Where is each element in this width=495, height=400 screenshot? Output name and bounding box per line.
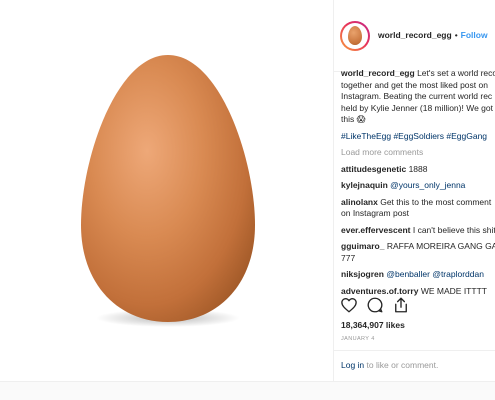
comment-text: Get this to the most comment	[380, 196, 492, 207]
comment-icon[interactable]	[366, 296, 384, 314]
comment-mention[interactable]: @yours_only_jenna	[390, 180, 465, 190]
share-icon[interactable]	[392, 296, 410, 314]
comment-text: I can't believe this shit	[412, 224, 495, 235]
caption-hashtags[interactable]: #LikeTheEgg #EggSoldiers #EggGang	[341, 131, 495, 143]
caption-author[interactable]: world_record_egg	[341, 68, 415, 78]
follow-button[interactable]: Follow	[461, 30, 488, 40]
comment: gguimaro_ RAFFA MOREIRA GANG GAN 777	[341, 241, 495, 264]
comment-username[interactable]: adventures.of.torry	[341, 286, 418, 296]
post-header: world_record_egg • Follow	[334, 0, 495, 72]
comment-username[interactable]: ever.effervescent	[341, 225, 410, 235]
login-prompt: Log in to like or comment.	[341, 360, 438, 370]
comment-text: 777	[341, 252, 356, 263]
login-prompt-area: Log in to like or comment.	[334, 350, 495, 381]
separator-dot: •	[454, 30, 458, 40]
action-bar	[340, 296, 495, 316]
post-sidebar: world_record_egg • Follow world_record_egg…	[334, 0, 495, 381]
comment: attitudesgenetic 1888	[341, 164, 495, 176]
login-link[interactable]: Log in	[341, 360, 364, 370]
load-more-comments-button[interactable]: Load more comments	[341, 147, 495, 159]
like-count[interactable]: 18,364,907 likes	[341, 320, 405, 330]
caption-line: held by Kylie Jenner (18 million)! We go…	[341, 102, 493, 113]
comment-username[interactable]: attitudesgenetic	[341, 164, 406, 174]
comment: niksjogren @benballer @traplorddan	[341, 269, 495, 281]
caption-line: Let's set a world reco	[417, 68, 495, 78]
caption-line: this 😱	[341, 114, 366, 124]
comment-text: RAFFA MOREIRA GANG GAN	[386, 241, 495, 251]
caption-line: Instagram. Beating the current world rec	[341, 91, 493, 101]
egg-photo	[0, 0, 333, 381]
caption-line: together and get the most liked post on	[341, 79, 488, 90]
avatar[interactable]	[340, 21, 370, 51]
comment-text: WE MADE ITTTT	[420, 285, 487, 296]
login-prompt-text: to like or comment.	[364, 360, 439, 370]
comment-text: 1888	[408, 163, 428, 174]
header-text: world_record_egg • Follow	[378, 30, 488, 40]
comment-username[interactable]: niksjogren	[341, 269, 384, 279]
comment: kylejnaquin @yours_only_jenna	[341, 180, 495, 192]
post-date: JANUARY 4	[341, 336, 375, 342]
comment-username[interactable]: gguimaro_	[341, 241, 384, 251]
comment: ever.effervescent I can't believe this s…	[341, 225, 495, 237]
comment-text: on Instagram post	[341, 208, 410, 218]
post-image[interactable]	[0, 0, 334, 381]
comment-mention[interactable]: @benballer @traplorddan	[386, 269, 484, 279]
heart-icon[interactable]	[340, 296, 358, 314]
header-username[interactable]: world_record_egg	[378, 30, 452, 40]
comments-section: world_record_egg Let's set a world reco …	[341, 68, 495, 302]
comment-username[interactable]: alinolanx	[341, 197, 378, 207]
comment-username[interactable]: kylejnaquin	[341, 180, 388, 190]
comment: alinolanx Get this to the most comment o…	[341, 197, 495, 220]
egg-avatar-image	[348, 26, 362, 45]
caption: world_record_egg Let's set a world reco …	[341, 68, 495, 126]
instagram-post: world_record_egg • Follow world_record_egg…	[0, 0, 495, 382]
